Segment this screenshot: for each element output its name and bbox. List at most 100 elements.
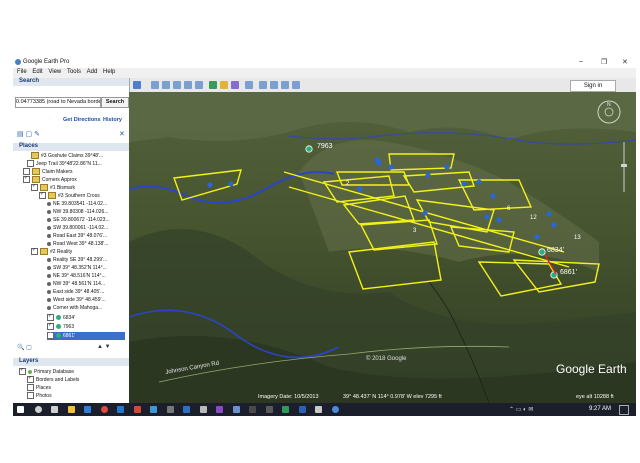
ruler-icon[interactable] xyxy=(245,81,253,89)
places-header[interactable]: Places xyxy=(13,143,129,151)
place-label: #2 Reality xyxy=(50,249,73,255)
store-icon[interactable] xyxy=(84,406,91,413)
get-directions-link[interactable]: Get Directions xyxy=(63,117,101,123)
planets-icon[interactable] xyxy=(231,81,239,89)
chrome-icon[interactable] xyxy=(101,406,108,413)
print-icon[interactable] xyxy=(270,81,278,89)
place-item[interactable]: NE 39.803541 -114.02... xyxy=(47,200,107,208)
layers-header[interactable]: Layers xyxy=(13,358,129,366)
search-header[interactable]: Search xyxy=(13,78,129,86)
minimize-icon[interactable]: – xyxy=(579,58,583,65)
place-item[interactable]: West side 39° 48.459'... xyxy=(47,296,106,304)
clock[interactable]: 9:27 AM xyxy=(589,406,611,412)
place-item[interactable]: NE 39° 48.516'N 114°... xyxy=(47,272,106,280)
save-image-icon[interactable] xyxy=(281,81,289,89)
menu-tools[interactable]: Tools xyxy=(67,69,81,75)
excel-icon[interactable] xyxy=(282,406,289,413)
place-item[interactable]: #1 Bismark xyxy=(31,184,75,192)
google-earth-taskbar-icon[interactable] xyxy=(332,406,339,413)
edge-icon[interactable] xyxy=(117,406,124,413)
app-icon[interactable] xyxy=(249,406,256,413)
map-view[interactable]: N 7963 6834' 6861' 2 3 6 12 13 Johnson C… xyxy=(129,92,636,403)
app-icon[interactable] xyxy=(266,406,273,413)
place-item[interactable]: NW 39° 48.561'N 114... xyxy=(47,280,105,288)
app-icon[interactable] xyxy=(216,406,223,413)
placemark-icon[interactable] xyxy=(151,81,159,89)
start-icon[interactable] xyxy=(17,406,24,413)
place-item[interactable]: SE 39.800672 -114.023... xyxy=(47,216,110,224)
overlay-icon[interactable] xyxy=(184,81,192,89)
close-icon[interactable]: ✕ xyxy=(622,58,628,66)
close-search-icon[interactable]: ✕ xyxy=(119,130,125,138)
sign-in-button[interactable]: Sign in xyxy=(570,80,616,92)
checkbox[interactable] xyxy=(47,323,54,331)
checkbox[interactable] xyxy=(31,248,38,256)
search-places-icon[interactable]: 🔍 ▢ xyxy=(17,344,32,351)
place-item[interactable]: #3 Goshute Claims 39°48'... xyxy=(31,152,103,160)
historical-imagery-icon[interactable] xyxy=(209,81,217,89)
place-item[interactable]: Claim Makers xyxy=(23,168,73,176)
app-icon[interactable] xyxy=(315,406,322,413)
layer-item[interactable]: Primary Database xyxy=(19,368,74,376)
checkbox[interactable] xyxy=(27,160,34,168)
app-icon[interactable] xyxy=(150,406,157,413)
history-link[interactable]: History xyxy=(103,117,122,123)
system-tray-icons[interactable]: ⌃ ▭ ◐ ✉ xyxy=(509,406,533,413)
polygon-icon[interactable] xyxy=(162,81,170,89)
menu-view[interactable]: View xyxy=(48,69,61,75)
place-item-selected[interactable]: 6861' xyxy=(47,332,125,340)
word-icon[interactable] xyxy=(299,406,306,413)
app-icon[interactable] xyxy=(233,406,240,413)
search-taskbar-icon[interactable] xyxy=(35,406,42,413)
checkbox[interactable] xyxy=(47,332,54,340)
checkbox[interactable] xyxy=(27,376,34,384)
notifications-icon[interactable] xyxy=(619,405,629,415)
place-item[interactable]: Road East 39° 48.076'... xyxy=(47,232,107,240)
record-tour-icon[interactable] xyxy=(195,81,203,89)
layer-item[interactable]: Borders and Labels xyxy=(27,376,79,384)
menu-help[interactable]: Help xyxy=(103,69,115,75)
checkbox[interactable] xyxy=(27,384,34,392)
app-icon[interactable] xyxy=(200,406,207,413)
menu-add[interactable]: Add xyxy=(87,69,98,75)
checkbox[interactable] xyxy=(27,392,34,400)
layer-item[interactable]: Photos xyxy=(27,392,52,400)
place-item[interactable]: SW 39.800061 -114.02... xyxy=(47,224,108,232)
place-item[interactable]: NW 39.80308 -114.026... xyxy=(47,208,109,216)
checkbox[interactable] xyxy=(23,176,30,184)
email-icon[interactable] xyxy=(259,81,267,89)
search-input[interactable]: 0.04773385 (road to Nevada border) xyxy=(15,97,101,108)
task-view-icon[interactable] xyxy=(51,406,58,413)
search-button[interactable]: Search xyxy=(101,97,129,108)
checkbox[interactable] xyxy=(39,192,46,200)
place-item[interactable]: SW 39° 48.352'N 114°... xyxy=(47,264,107,272)
app-icon[interactable] xyxy=(167,406,174,413)
place-item[interactable]: #2 Reality xyxy=(31,248,72,256)
checkbox[interactable] xyxy=(23,168,30,176)
app-icon[interactable] xyxy=(134,406,141,413)
place-item[interactable]: Reality SE 39° 48.299'... xyxy=(47,256,107,264)
place-item[interactable]: 7963 xyxy=(47,323,74,331)
sidebar-toggle-icon[interactable] xyxy=(133,81,141,89)
menu-edit[interactable]: Edit xyxy=(32,69,42,75)
place-item[interactable]: Corner with Mahoga... xyxy=(47,304,102,312)
view-in-maps-icon[interactable] xyxy=(292,81,300,89)
app-icon[interactable] xyxy=(183,406,190,413)
place-item[interactable]: Corners Approx xyxy=(23,176,77,184)
place-item[interactable]: East side 39° 48.405'... xyxy=(47,288,104,296)
menu-file[interactable]: File xyxy=(17,69,27,75)
sun-icon[interactable] xyxy=(220,81,228,89)
add-to-places-icon[interactable]: ▤ ▢ ✎ xyxy=(17,130,40,138)
place-item[interactable]: 6834' xyxy=(47,314,75,322)
maximize-icon[interactable]: ❐ xyxy=(601,58,607,66)
place-item[interactable]: Jeep Trail 39°48'22.86"N 11... xyxy=(27,160,102,168)
checkbox[interactable] xyxy=(47,314,54,322)
file-explorer-icon[interactable] xyxy=(68,406,75,413)
checkbox[interactable] xyxy=(31,184,38,192)
place-item[interactable]: Road West 39° 48.138'... xyxy=(47,240,108,248)
path-icon[interactable] xyxy=(173,81,181,89)
checkbox[interactable] xyxy=(19,368,26,376)
move-up-down-icon[interactable]: ▲ ▼ xyxy=(97,344,111,350)
place-item[interactable]: #3 Southern Cross xyxy=(39,192,100,200)
layer-item[interactable]: Places xyxy=(27,384,51,392)
